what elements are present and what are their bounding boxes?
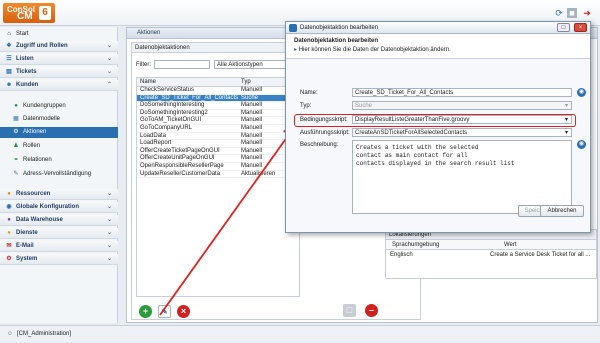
globe-icon[interactable]: ◉: [577, 88, 586, 97]
cancel-label: Abbrechen: [547, 208, 577, 214]
user-icon: ☺: [6, 331, 14, 337]
cond-value: DisplayResultListeGreaterThanFive.groovy: [355, 117, 470, 123]
desc-line: contact as main contact for all: [356, 152, 468, 159]
cond-label: Bedingungsskript:: [300, 117, 348, 123]
desc-label: Beschreibung:: [300, 142, 339, 148]
typ-label: Typ:: [300, 103, 312, 109]
chevron-down-icon: ▾: [564, 117, 568, 123]
name-value: Create_SD_Ticket_For_All_Contacts: [355, 90, 454, 96]
globe-icon[interactable]: ◉: [577, 140, 586, 149]
execution-script-select[interactable]: CreateAnSDTicketForAllSelectedContacts ▾: [352, 128, 572, 137]
dialog-title: Datenobjektaktion bearbeiten: [300, 25, 379, 31]
chevron-down-icon: ▾: [564, 130, 568, 136]
dialog-icon: [289, 24, 297, 32]
cancel-button[interactable]: Abbrechen: [540, 205, 584, 217]
chevron-down-icon: ▾: [564, 103, 568, 109]
description-textarea[interactable]: Creates a ticket with the selected conta…: [352, 140, 572, 214]
maximize-icon[interactable]: □: [557, 23, 570, 32]
dialog-heading: Datenobjektaktion bearbeiten: [294, 38, 379, 44]
typ-value: Suche: [355, 103, 373, 109]
dialog-header: Datenobjektaktion bearbeiten ▸ Hier könn…: [286, 34, 590, 59]
dialog-titlebar: Datenobjektaktion bearbeiten □ ×: [286, 22, 590, 34]
status-user: [CM_Administration]: [17, 331, 72, 337]
edit-action-dialog: Datenobjektaktion bearbeiten □ × Datenob…: [285, 21, 591, 233]
name-label: Name:: [300, 90, 318, 96]
typ-field: Suche ▾: [352, 101, 572, 110]
desc-line: Creates a ticket with the selected: [356, 144, 479, 151]
close-icon[interactable]: ×: [574, 23, 587, 32]
name-field[interactable]: Create_SD_Ticket_For_All_Contacts: [352, 88, 572, 97]
dialog-info: Hier können Sie die Daten der Datenobjek…: [298, 47, 451, 53]
status-bar: ☺ [CM_Administration]: [0, 325, 600, 342]
desc-line: contacts displayed in the search result …: [356, 160, 515, 167]
exec-value: CreateAnSDTicketForAllSelectedContacts: [355, 130, 468, 136]
condition-script-select[interactable]: DisplayResultListeGreaterThanFive.groovy…: [352, 115, 572, 124]
exec-label: Ausführungsskript:: [300, 130, 350, 136]
